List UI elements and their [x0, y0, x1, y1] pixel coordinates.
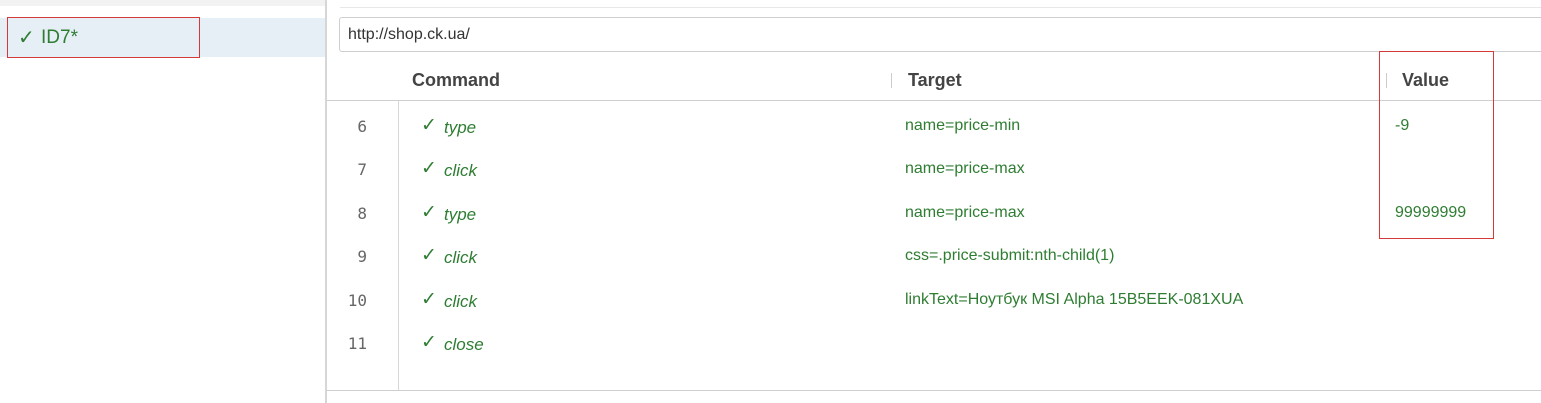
check-icon: ✓ [421, 115, 437, 136]
check-icon: ✓ [421, 332, 437, 353]
row-value: 99999999 [1395, 204, 1467, 221]
row-target: css=.price-submit:nth-child(1) [905, 247, 1115, 264]
row-number: 9 [357, 247, 367, 266]
row-target: name=price-max [905, 204, 1025, 221]
row-value: -9 [1395, 117, 1410, 134]
row-command: click [444, 248, 478, 267]
target-column-header[interactable]: Target [908, 70, 962, 90]
row-command: close [444, 335, 484, 354]
command-column-header[interactable]: Command [412, 70, 500, 90]
table-row[interactable]: 6 ✓ type name=price-min -9 [327, 105, 1541, 148]
test-list-panel: ✓ ID7* [0, 0, 325, 403]
check-icon: ✓ [421, 202, 437, 223]
row-number: 8 [357, 204, 367, 223]
command-table-header: Command Target Value [327, 60, 1541, 101]
check-icon: ✓ [421, 158, 437, 179]
row-command: click [444, 292, 478, 311]
row-number: 7 [357, 160, 367, 179]
table-row[interactable]: 7 ✓ click name=price-max [327, 148, 1541, 191]
row-target: linkText=Ноутбук MSI Alpha 15B5EEK-081XU… [905, 291, 1244, 308]
table-row[interactable]: 9 ✓ click css=.price-submit:nth-child(1) [327, 235, 1541, 278]
row-number: 11 [347, 334, 367, 353]
top-divider [340, 7, 1541, 8]
table-row[interactable]: 10 ✓ click linkText=Ноутбук MSI Alpha 15… [327, 279, 1541, 322]
row-target: name=price-min [905, 117, 1021, 134]
row-command: click [444, 161, 478, 180]
test-list-header-strip [0, 0, 325, 6]
row-number: 10 [347, 291, 367, 310]
base-url-input[interactable] [339, 17, 1541, 52]
row-number: 6 [357, 117, 367, 136]
column-resize-handle[interactable] [1386, 73, 1387, 88]
row-target: name=price-max [905, 160, 1025, 177]
test-item-label: ID7* [41, 27, 78, 48]
check-icon: ✓ [421, 289, 437, 310]
row-command: type [444, 205, 477, 224]
check-icon: ✓ [18, 27, 35, 49]
value-column-header[interactable]: Value [1402, 70, 1449, 90]
column-resize-handle[interactable] [891, 73, 892, 88]
row-command: type [444, 118, 477, 137]
check-icon: ✓ [421, 245, 437, 266]
table-row[interactable]: 8 ✓ type name=price-max 99999999 [327, 192, 1541, 235]
table-row[interactable]: 11 ✓ close [327, 322, 1541, 365]
table-bottom-border [327, 390, 1541, 391]
